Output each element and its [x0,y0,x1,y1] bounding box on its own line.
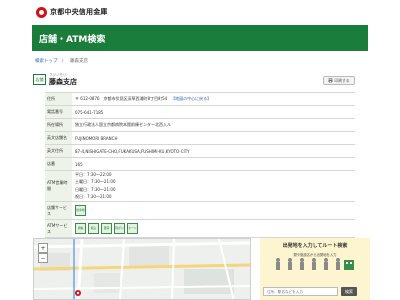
info-label: 英文住所 [45,145,72,157]
page-title: 店舗・ATM検索 [39,34,106,45]
info-row-atm-hours: ATM営業時間 平日：7:30～22:00 土曜日：7:30～21:00 日曜日… [45,170,355,201]
page-title-banner: 店舗・ATM検索 [32,25,368,51]
info-label: 住所 [45,93,72,105]
store-name-block: フジノモリ 藤森支店 [49,73,77,86]
accessibility-icon: 障がい [114,223,125,234]
atm-hours-weekday: 平日：7:30～22:00 [75,171,112,177]
breadcrumb-home-link[interactable]: 検索トップ [35,58,58,64]
info-row-address: 住所 〒 612-0876 京都市伏見区深草西浦町8丁目町54 【地図の中心に戻… [45,92,355,105]
info-label: 電話番号 [45,106,72,118]
print-button[interactable]: 印刷する [323,76,355,85]
atm-hours-saturday: 土曜日：7:30～21:00 [75,179,116,185]
transfer-icon: 振込 [88,223,99,234]
atm-hours-sunday: 日曜日：7:30～21:00 [75,186,116,192]
english-address: 87-4,NISHIGATE-CHO,FUKAKUSA,FUSHIMI-KU,K… [75,148,190,154]
route-title: 出発地を入力してルート検索 [282,243,348,249]
route-search-button[interactable]: 検索 [341,287,357,296]
passbook-icon: 通帳 [75,223,86,234]
atm-services: 通帳 振込 硬貨 障がい カード [72,220,355,237]
breadcrumb-separator: 〉 [61,59,67,64]
top-bar: 京都中央信用金庫 [0,0,400,22]
parking-icon: 駐車場 [75,205,86,216]
zoom-in-button[interactable]: + [38,243,48,253]
info-row-branch-number: 店番 165 [45,157,355,170]
info-label: 店舗サービス [45,202,72,219]
brand-name: 京都中央信用金庫 [50,8,108,16]
atm-hours-list: 平日：7:30～22:00 土曜日：7:30～21:00 日曜日：7:30～21… [72,171,355,201]
info-label: 所在場所 [45,119,72,131]
card-icon: カード [127,223,138,234]
store-name-ruby: フジノモリ [49,73,67,77]
store-type-badge: 店舗 [33,74,46,86]
info-label: ATMサービス [45,220,72,237]
info-row-english-address: 英文住所 87-4,NISHIGATE-CHO,FUKAKUSA,FUSHIMI… [45,144,355,157]
map-center-link[interactable]: 【地図の中心に戻る】 [171,96,211,102]
store-info-table: 住所 〒 612-0876 京都市伏見区深草西浦町8丁目町54 【地図の中心に戻… [45,92,355,238]
print-label: 印刷する [334,77,350,83]
brand-mark-icon [36,6,47,18]
info-row-english-name: 英文店舗名 FUJINOMORI BRANCH [45,131,355,144]
info-label: ATM営業時間 [45,171,72,201]
brand-logo[interactable]: 京都中央信用金庫 [36,6,108,18]
info-label: 店番 [45,158,72,170]
location-text: 独立行政法人国立京都病院本館前棟センター北西入ル [75,122,171,127]
coin-icon: 硬貨 [101,223,112,234]
zoom-out-button[interactable]: − [38,253,48,263]
info-row-store-services: 店舗サービス 駐車場 [45,201,355,219]
info-value-address: 〒 612-0876 京都市伏見区深草西浦町8丁目町54 【地図の中心に戻る】 [72,93,355,105]
info-label: 英文店舗名 [45,132,72,144]
phone-number: 075-641-7185 [75,109,104,115]
atm-hours-holiday: 祝日：7:30～21:00 [75,194,112,200]
route-illustration [274,257,356,271]
english-name: FUJINOMORI BRANCH [75,135,118,141]
info-row-atm-services: ATMサービス 通帳 振込 硬貨 障がい カード [45,219,355,238]
address-text: 〒 612-0876 京都市伏見区深草西浦町8丁目町54 [75,96,168,101]
breadcrumb-current: 藤森支店 [70,59,88,64]
departure-input[interactable] [263,287,338,296]
store-services: 駐車場 [72,202,355,219]
info-row-location: 所在場所 独立行政法人国立京都病院本館前棟センター北西入ル [45,118,355,131]
branch-number: 165 [75,161,83,167]
store-name: 藤森支店 [49,77,77,86]
map-graphic [34,239,250,299]
printer-icon [328,78,333,83]
route-people-icon [276,258,354,270]
info-row-phone: 電話番号 075-641-7185 [45,105,355,118]
route-search-panel: 出発地を入力してルート検索 駅や施設名から出発地を入力 検索 [260,238,370,300]
store-heading: 店舗 フジノモリ 藤森支店 [33,73,77,86]
breadcrumb: 検索トップ 〉 藤森支店 [35,58,88,64]
store-map[interactable]: + − [33,238,251,300]
